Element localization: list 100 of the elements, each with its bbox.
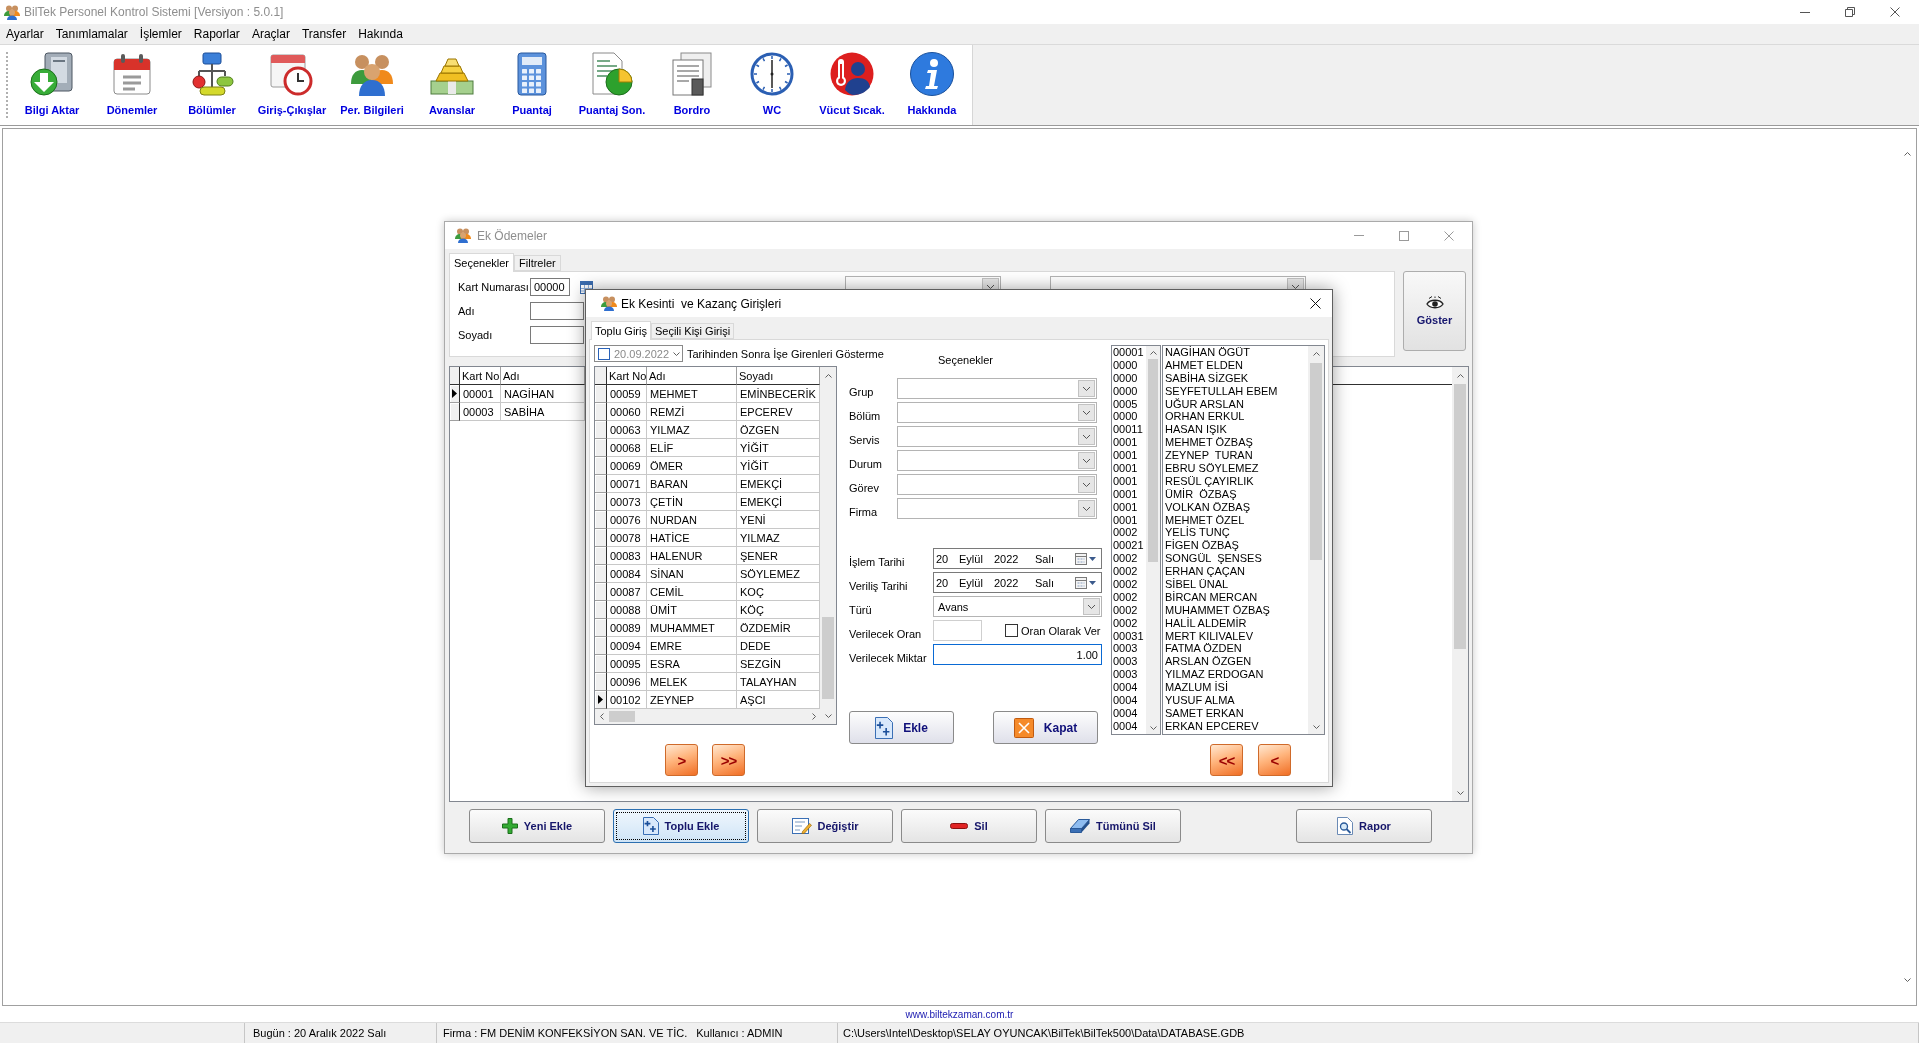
menu-item[interactable]: Hakında: [352, 25, 409, 43]
chevron-down-icon[interactable]: [824, 713, 832, 718]
list-item[interactable]: 0001: [1113, 462, 1146, 475]
toolbar-button[interactable]: Puantaj: [492, 45, 572, 123]
list-item[interactable]: SABİHA SİZGEK: [1165, 371, 1308, 385]
list-item[interactable]: 0000: [1113, 358, 1146, 372]
row-header[interactable]: [595, 475, 607, 493]
chevron-down-icon[interactable]: [1078, 452, 1095, 469]
row-header[interactable]: [595, 421, 607, 439]
chevron-left-icon[interactable]: [599, 713, 604, 720]
close-icon[interactable]: [1890, 7, 1900, 17]
column-header[interactable]: Kart No: [460, 367, 501, 385]
list-item[interactable]: MUHAMMET ÖZBAŞ: [1165, 603, 1308, 617]
action-button[interactable]: Ekle: [849, 711, 954, 744]
command-button[interactable]: Tümünü Sil: [1045, 809, 1181, 843]
row-header[interactable]: [595, 457, 607, 475]
chevron-up-icon[interactable]: [1904, 152, 1911, 156]
list-item[interactable]: MEHMET ÖZBAŞ: [1165, 436, 1308, 450]
tab[interactable]: Seçili Kişi Girişi: [650, 323, 735, 339]
scroll-thumb[interactable]: [1454, 384, 1466, 649]
list-item[interactable]: 0003: [1113, 655, 1146, 669]
list-item[interactable]: YUSUF ALMA: [1165, 694, 1308, 707]
chevron-down-icon[interactable]: [1083, 598, 1100, 615]
row-header[interactable]: [595, 601, 607, 619]
remove-button[interactable]: <<: [1210, 744, 1243, 776]
list-item[interactable]: 0001: [1113, 449, 1146, 462]
list-item[interactable]: 0002: [1113, 552, 1146, 566]
toolbar-button[interactable]: Bordro: [652, 45, 732, 123]
list-item[interactable]: ZEYNEP TURAN: [1165, 449, 1308, 462]
toolbar-button[interactable]: Bölümler: [172, 45, 252, 123]
toolbar-button[interactable]: Giriş-Çıkışlar: [252, 45, 332, 123]
list-item[interactable]: 0002: [1113, 578, 1146, 591]
list-item[interactable]: 0003: [1113, 668, 1146, 682]
chevron-down-icon[interactable]: [1078, 428, 1095, 445]
row-header[interactable]: [595, 403, 607, 421]
list-item[interactable]: SİBEL ÜNAL: [1165, 578, 1308, 591]
list-item[interactable]: 0004: [1113, 681, 1146, 695]
list-item[interactable]: 0001: [1113, 513, 1146, 527]
date-field[interactable]: 20 Eylül 2022 Salı: [933, 548, 1102, 569]
list-item[interactable]: 0000: [1113, 371, 1146, 385]
toolbar-button[interactable]: Hakkında: [892, 45, 972, 123]
calendar-dropdown-icon[interactable]: [1075, 552, 1097, 565]
input-field[interactable]: 00000: [530, 278, 570, 296]
list-item[interactable]: YELİS TUNÇ: [1165, 526, 1308, 540]
date-field[interactable]: 20 Eylül 2022 Salı: [933, 572, 1102, 593]
scroll-thumb[interactable]: [822, 617, 834, 699]
list-item[interactable]: MAZLUM İSİ: [1165, 681, 1308, 695]
chevron-up-icon[interactable]: [1456, 373, 1464, 378]
list-item[interactable]: ERHAN ÇAÇAN: [1165, 565, 1308, 579]
list-item[interactable]: 0001: [1113, 474, 1146, 488]
date-picker[interactable]: 20.09.2022: [594, 345, 683, 362]
list-item[interactable]: 0002: [1113, 603, 1146, 617]
row-header[interactable]: [595, 565, 607, 583]
command-button[interactable]: Yeni Ekle: [469, 809, 605, 843]
chevron-down-icon[interactable]: [1904, 978, 1911, 982]
list-item[interactable]: VOLKAN ÖZBAŞ: [1165, 500, 1308, 514]
row-header[interactable]: [450, 403, 460, 421]
vertical-scrollbar[interactable]: [1146, 346, 1160, 734]
toolbar-button[interactable]: Dönemler: [92, 45, 172, 123]
list-item[interactable]: 0000: [1113, 410, 1146, 424]
list-item[interactable]: EBRU SÖYLEMEZ: [1165, 462, 1308, 475]
command-button[interactable]: Toplu Ekle: [613, 809, 749, 843]
list-item[interactable]: NAGİHAN ÖGÜT: [1165, 346, 1308, 359]
close-icon[interactable]: [1310, 298, 1321, 309]
chevron-down-icon[interactable]: [673, 351, 681, 356]
row-header[interactable]: [595, 637, 607, 655]
column-header[interactable]: Adı: [647, 367, 737, 385]
list-item[interactable]: 0004: [1113, 706, 1146, 720]
chevron-down-icon[interactable]: [1078, 380, 1095, 397]
command-button[interactable]: Sil: [901, 809, 1037, 843]
tab[interactable]: Filtreler: [514, 255, 561, 271]
toolbar-button[interactable]: WC: [732, 45, 812, 123]
add-button[interactable]: >: [665, 744, 698, 776]
list-item[interactable]: ORHAN ERKUL: [1165, 410, 1308, 424]
row-header[interactable]: [595, 493, 607, 511]
toolbar-button[interactable]: Vücut Sıcak.: [812, 45, 892, 123]
action-button[interactable]: Kapat: [993, 711, 1098, 744]
input-field[interactable]: [530, 326, 584, 344]
list-item[interactable]: 00031: [1113, 629, 1146, 643]
list-item[interactable]: 0000: [1113, 384, 1146, 398]
list-item[interactable]: 0004: [1113, 694, 1146, 707]
list-item[interactable]: AHMET ELDEN: [1165, 358, 1308, 372]
list-item[interactable]: SAMET ERKAN: [1165, 706, 1308, 720]
remove-button[interactable]: <: [1258, 744, 1291, 776]
row-header[interactable]: [595, 529, 607, 547]
row-header[interactable]: [450, 385, 460, 403]
list-item[interactable]: 0002: [1113, 616, 1146, 630]
list-item[interactable]: 0002: [1113, 526, 1146, 540]
website-link[interactable]: www.biltekzaman.com.tr: [905, 1008, 1014, 1020]
calendar-dropdown-icon[interactable]: [1075, 576, 1097, 589]
list-item[interactable]: SONGÜL ŞENSES: [1165, 552, 1308, 566]
chevron-down-icon[interactable]: [1078, 404, 1095, 421]
menu-item[interactable]: Transfer: [295, 25, 353, 43]
checkbox[interactable]: [598, 347, 610, 360]
column-header[interactable]: Soyadı: [737, 367, 820, 385]
list-item[interactable]: ÜMİR ÖZBAŞ: [1165, 487, 1308, 501]
list-item[interactable]: UĞUR ARSLAN: [1165, 397, 1308, 411]
list-item[interactable]: FİGEN ÖZBAŞ: [1165, 539, 1308, 553]
list-item[interactable]: FATMA ÖZDEN: [1165, 642, 1308, 656]
list-item[interactable]: 0001: [1113, 500, 1146, 514]
